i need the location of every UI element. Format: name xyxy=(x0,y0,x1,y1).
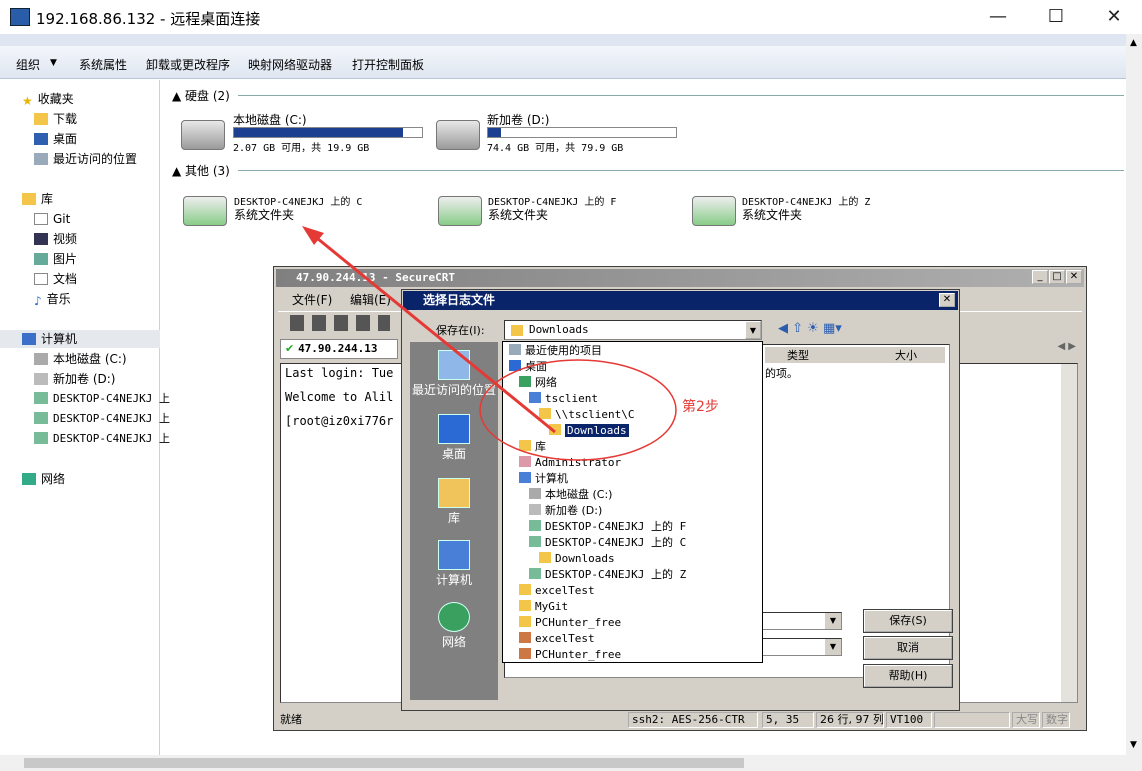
annotation-step-label: 第2步 xyxy=(682,399,719,415)
annotation-ellipse xyxy=(479,359,677,461)
annotation-overlay xyxy=(302,226,677,461)
annotation-arrow-line xyxy=(311,232,556,434)
